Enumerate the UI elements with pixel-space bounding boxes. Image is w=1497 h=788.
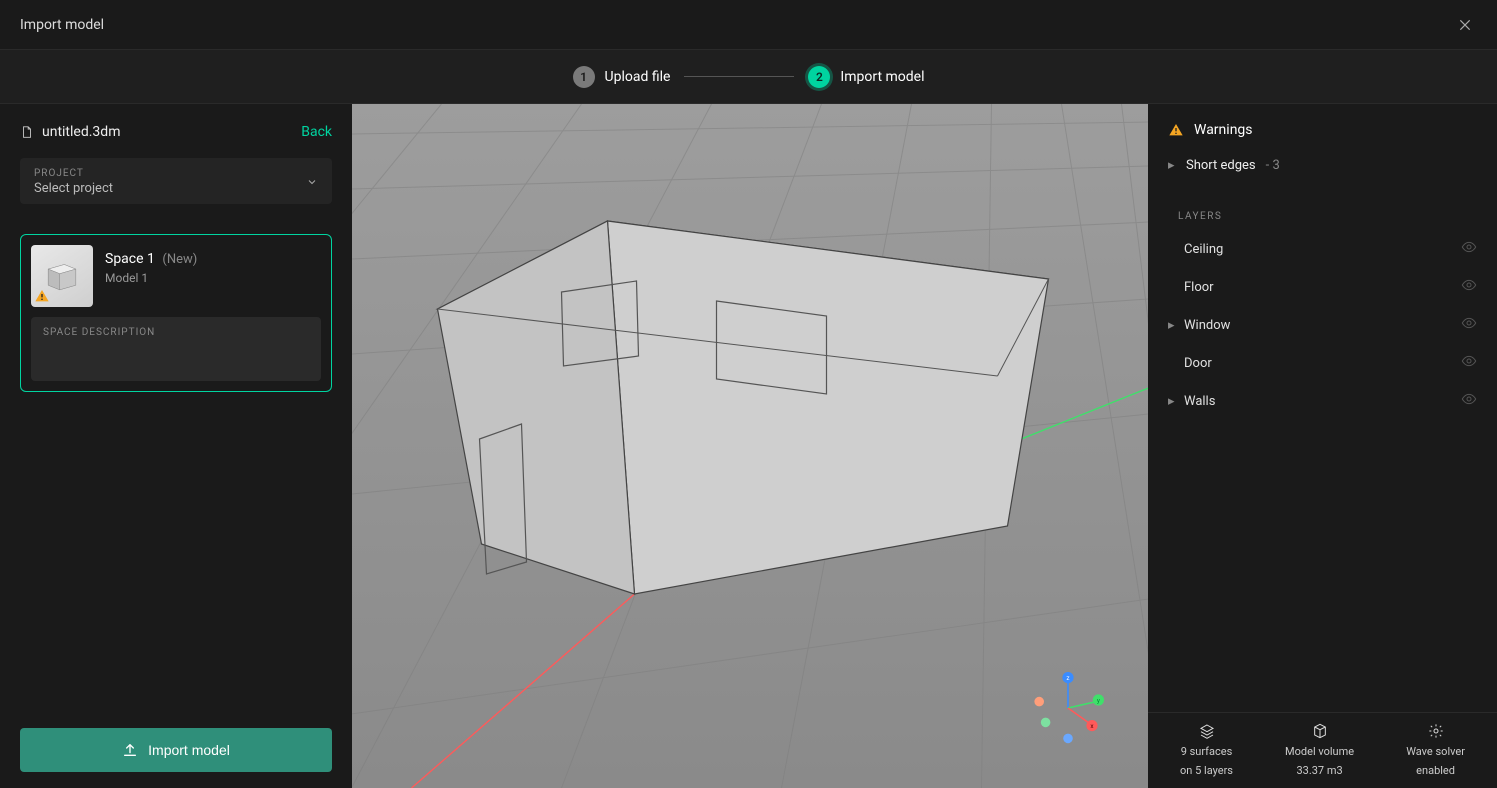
layer-name: Floor (1184, 280, 1214, 295)
step-1-label: Upload file (605, 69, 671, 85)
space-title: Space 1 (New) (105, 251, 197, 267)
space-new-tag: (New) (162, 252, 197, 267)
stats-footer: 9 surfaces on 5 layers Model volume 33.3… (1148, 712, 1497, 788)
import-model-button[interactable]: Import model (20, 728, 332, 772)
close-button[interactable] (1453, 13, 1477, 37)
eye-icon (1461, 353, 1477, 369)
layer-row-window[interactable]: ▸ Window (1148, 306, 1497, 344)
warnings-header: Warnings (1148, 122, 1497, 150)
visibility-toggle[interactable] (1461, 239, 1477, 259)
visibility-toggle[interactable] (1461, 315, 1477, 335)
left-panel: untitled.3dm Back PROJECT Select project (0, 104, 352, 788)
chevron-right-icon: ▸ (1168, 158, 1176, 173)
stat-volume: Model volume 33.37 m3 (1285, 723, 1354, 778)
layer-name: Ceiling (1184, 242, 1223, 257)
warning-item-short-edges[interactable]: ▸ Short edges - 3 (1148, 150, 1497, 187)
eye-icon (1461, 239, 1477, 255)
project-select[interactable]: PROJECT Select project (20, 158, 332, 204)
project-select-kicker: PROJECT (34, 168, 113, 179)
upload-icon (122, 742, 138, 758)
back-link[interactable]: Back (301, 124, 332, 140)
step-connector (684, 76, 794, 77)
filename-label: untitled.3dm (20, 124, 120, 140)
layers-icon (1199, 723, 1215, 739)
space-card[interactable]: Space 1 (New) Model 1 SPACE DESCRIPTION (20, 234, 332, 392)
chevron-right-icon: ▸ (1168, 318, 1176, 333)
modal-title: Import model (20, 17, 104, 33)
eye-icon (1461, 277, 1477, 293)
step-2-label: Import model (840, 69, 924, 85)
chevron-down-icon (306, 176, 318, 188)
warning-count: - 3 (1266, 158, 1280, 173)
step-2-number: 2 (808, 66, 830, 88)
warnings-title: Warnings (1194, 122, 1253, 138)
layer-name: Walls (1184, 394, 1215, 409)
cube-icon (1312, 723, 1328, 739)
space-title-text: Space 1 (105, 251, 155, 267)
svg-text:y: y (1097, 696, 1100, 704)
space-subtitle: Model 1 (105, 271, 197, 285)
filename-text: untitled.3dm (42, 124, 120, 140)
visibility-toggle[interactable] (1461, 277, 1477, 297)
file-icon (20, 125, 34, 139)
layer-row-walls[interactable]: ▸ Walls (1148, 382, 1497, 420)
layers-title: LAYERS (1148, 187, 1497, 230)
layer-name: Window (1184, 318, 1230, 333)
stepper: 1 Upload file 2 Import model (0, 50, 1497, 104)
layer-row-ceiling[interactable]: ▸Ceiling (1148, 230, 1497, 268)
space-thumbnail (31, 245, 93, 307)
stat-surfaces: 9 surfaces on 5 layers (1180, 723, 1233, 778)
titlebar: Import model (0, 0, 1497, 50)
svg-text:z: z (1066, 674, 1069, 682)
eye-icon (1461, 315, 1477, 331)
chevron-right-icon: ▸ (1168, 394, 1176, 409)
visibility-toggle[interactable] (1461, 353, 1477, 373)
axis-gizmo[interactable]: z y x (1028, 668, 1108, 748)
step-1-number: 1 (573, 66, 595, 88)
eye-icon (1461, 391, 1477, 407)
warning-icon (34, 288, 50, 304)
layer-row-door[interactable]: ▸Door (1148, 344, 1497, 382)
layer-row-floor[interactable]: ▸Floor (1148, 268, 1497, 306)
step-upload-file[interactable]: 1 Upload file (573, 66, 671, 88)
import-button-label: Import model (148, 742, 230, 758)
right-panel: Warnings ▸ Short edges - 3 LAYERS ▸Ceili… (1148, 104, 1497, 788)
warning-icon (1168, 122, 1184, 138)
project-select-value: Select project (34, 181, 113, 196)
warning-name: Short edges (1186, 158, 1256, 173)
visibility-toggle[interactable] (1461, 391, 1477, 411)
stat-solver: Wave solver enabled (1406, 723, 1465, 778)
step-import-model[interactable]: 2 Import model (808, 66, 924, 88)
gear-icon (1428, 723, 1444, 739)
space-description-kicker: SPACE DESCRIPTION (43, 327, 309, 338)
3d-viewport[interactable]: z y x (352, 104, 1148, 788)
layer-name: Door (1184, 356, 1212, 371)
space-description-input[interactable]: SPACE DESCRIPTION (31, 317, 321, 381)
close-icon (1458, 18, 1472, 32)
